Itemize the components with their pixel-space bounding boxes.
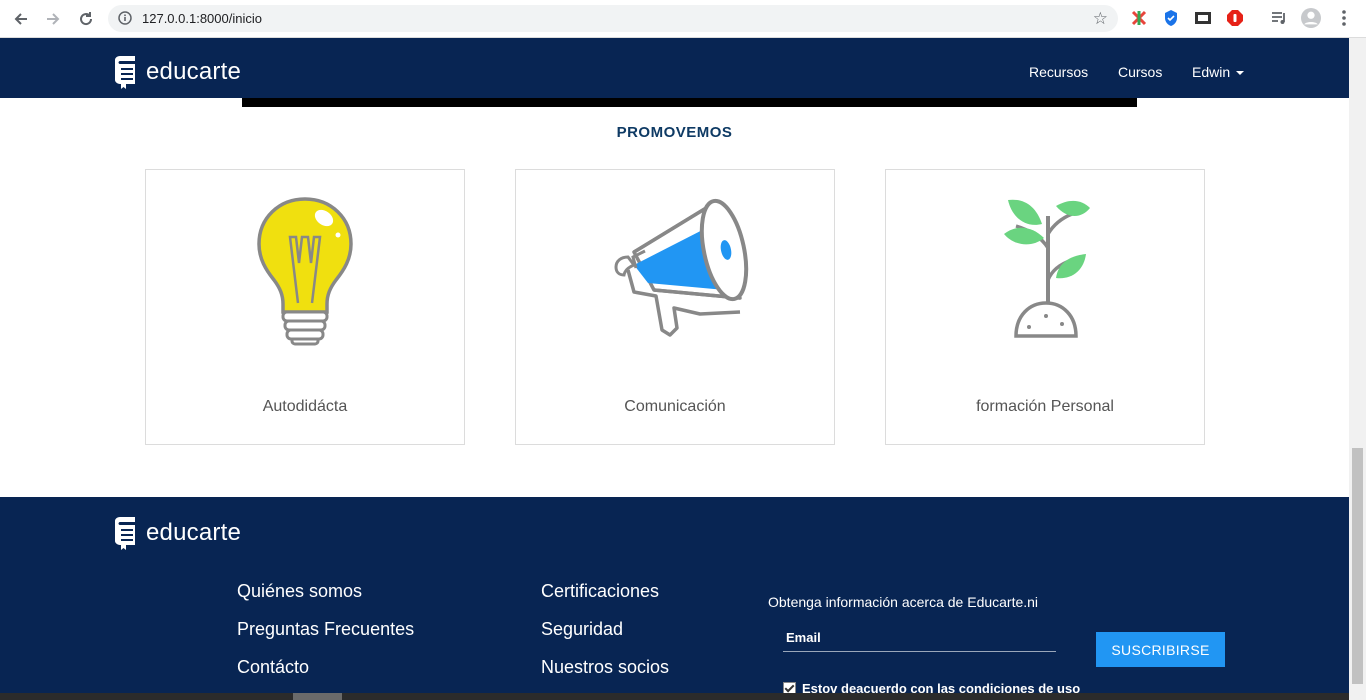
caret-down-icon bbox=[1236, 71, 1245, 76]
reload-icon[interactable] bbox=[75, 8, 97, 30]
footer-link-contacto[interactable]: Contácto bbox=[237, 657, 309, 678]
footer-link-quienes-somos[interactable]: Quiénes somos bbox=[237, 581, 362, 602]
card-label: formación Personal bbox=[976, 398, 1114, 415]
card-label: Comunicación bbox=[624, 398, 726, 415]
star-icon[interactable]: ☆ bbox=[1093, 9, 1108, 28]
video-embed-bottom bbox=[242, 98, 1137, 107]
feature-card: Autodidácta bbox=[145, 169, 465, 445]
browser-toolbar: 127.0.0.1:8000/inicio ☆ bbox=[0, 0, 1366, 38]
feature-card: formación Personal bbox=[885, 169, 1205, 445]
menu-icon[interactable] bbox=[1334, 8, 1354, 28]
info-icon[interactable] bbox=[118, 11, 132, 30]
email-field[interactable]: Email bbox=[786, 630, 821, 645]
book-logo-icon bbox=[115, 517, 135, 550]
nav-link-cursos[interactable]: Cursos bbox=[1118, 64, 1162, 80]
extension-icon[interactable] bbox=[1193, 8, 1213, 28]
footer-logo[interactable]: educarte bbox=[112, 515, 241, 551]
scrollbar-thumb[interactable] bbox=[1352, 448, 1363, 684]
url-text[interactable]: 127.0.0.1:8000/inicio bbox=[142, 11, 262, 26]
back-icon[interactable] bbox=[10, 8, 32, 30]
plant-icon bbox=[1004, 199, 1090, 338]
email-field-underline bbox=[783, 651, 1056, 652]
nav-link-recursos[interactable]: Recursos bbox=[1029, 64, 1088, 80]
subscribe-text: Obtenga información acerca de Educarte.n… bbox=[768, 594, 1039, 610]
address-bar[interactable]: 127.0.0.1:8000/inicio ☆ bbox=[108, 5, 1118, 32]
user-menu[interactable]: Edwin bbox=[1192, 64, 1245, 80]
scrollbar-thumb[interactable] bbox=[293, 693, 342, 700]
user-name: Edwin bbox=[1192, 64, 1231, 80]
shield-icon[interactable] bbox=[1161, 8, 1181, 28]
footer-link-seguridad[interactable]: Seguridad bbox=[541, 619, 623, 640]
page-viewport: educarte Recursos Cursos Edwin PROMOVEMO… bbox=[0, 38, 1349, 700]
lightbulb-icon bbox=[257, 197, 353, 346]
footer-link-certificaciones[interactable]: Certificaciones bbox=[541, 581, 659, 602]
megaphone-icon bbox=[614, 198, 749, 337]
vertical-scrollbar[interactable] bbox=[1349, 38, 1366, 700]
section-title: PROMOVEMOS bbox=[616, 124, 733, 141]
subscribe-button[interactable]: SUSCRIBIRSE bbox=[1096, 632, 1225, 667]
profile-icon[interactable] bbox=[1301, 8, 1321, 28]
media-icon[interactable] bbox=[1269, 8, 1289, 28]
footer: educarte Quiénes somos Preguntas Frecuen… bbox=[0, 497, 1349, 700]
horizontal-scrollbar[interactable] bbox=[0, 693, 1349, 700]
brand-name: educarte bbox=[146, 519, 241, 546]
brand-name: educarte bbox=[146, 58, 241, 85]
stop-icon[interactable] bbox=[1225, 8, 1245, 28]
card-label: Autodidácta bbox=[262, 398, 348, 415]
extension-icon[interactable] bbox=[1129, 8, 1149, 28]
book-logo-icon bbox=[115, 56, 135, 89]
footer-link-preguntas[interactable]: Preguntas Frecuentes bbox=[237, 619, 414, 640]
footer-link-socios[interactable]: Nuestros socios bbox=[541, 657, 669, 678]
forward-icon[interactable] bbox=[42, 8, 64, 30]
navbar-logo[interactable]: educarte bbox=[112, 54, 241, 90]
top-navbar: educarte Recursos Cursos Edwin bbox=[0, 38, 1349, 98]
feature-card: Comunicación bbox=[515, 169, 835, 445]
